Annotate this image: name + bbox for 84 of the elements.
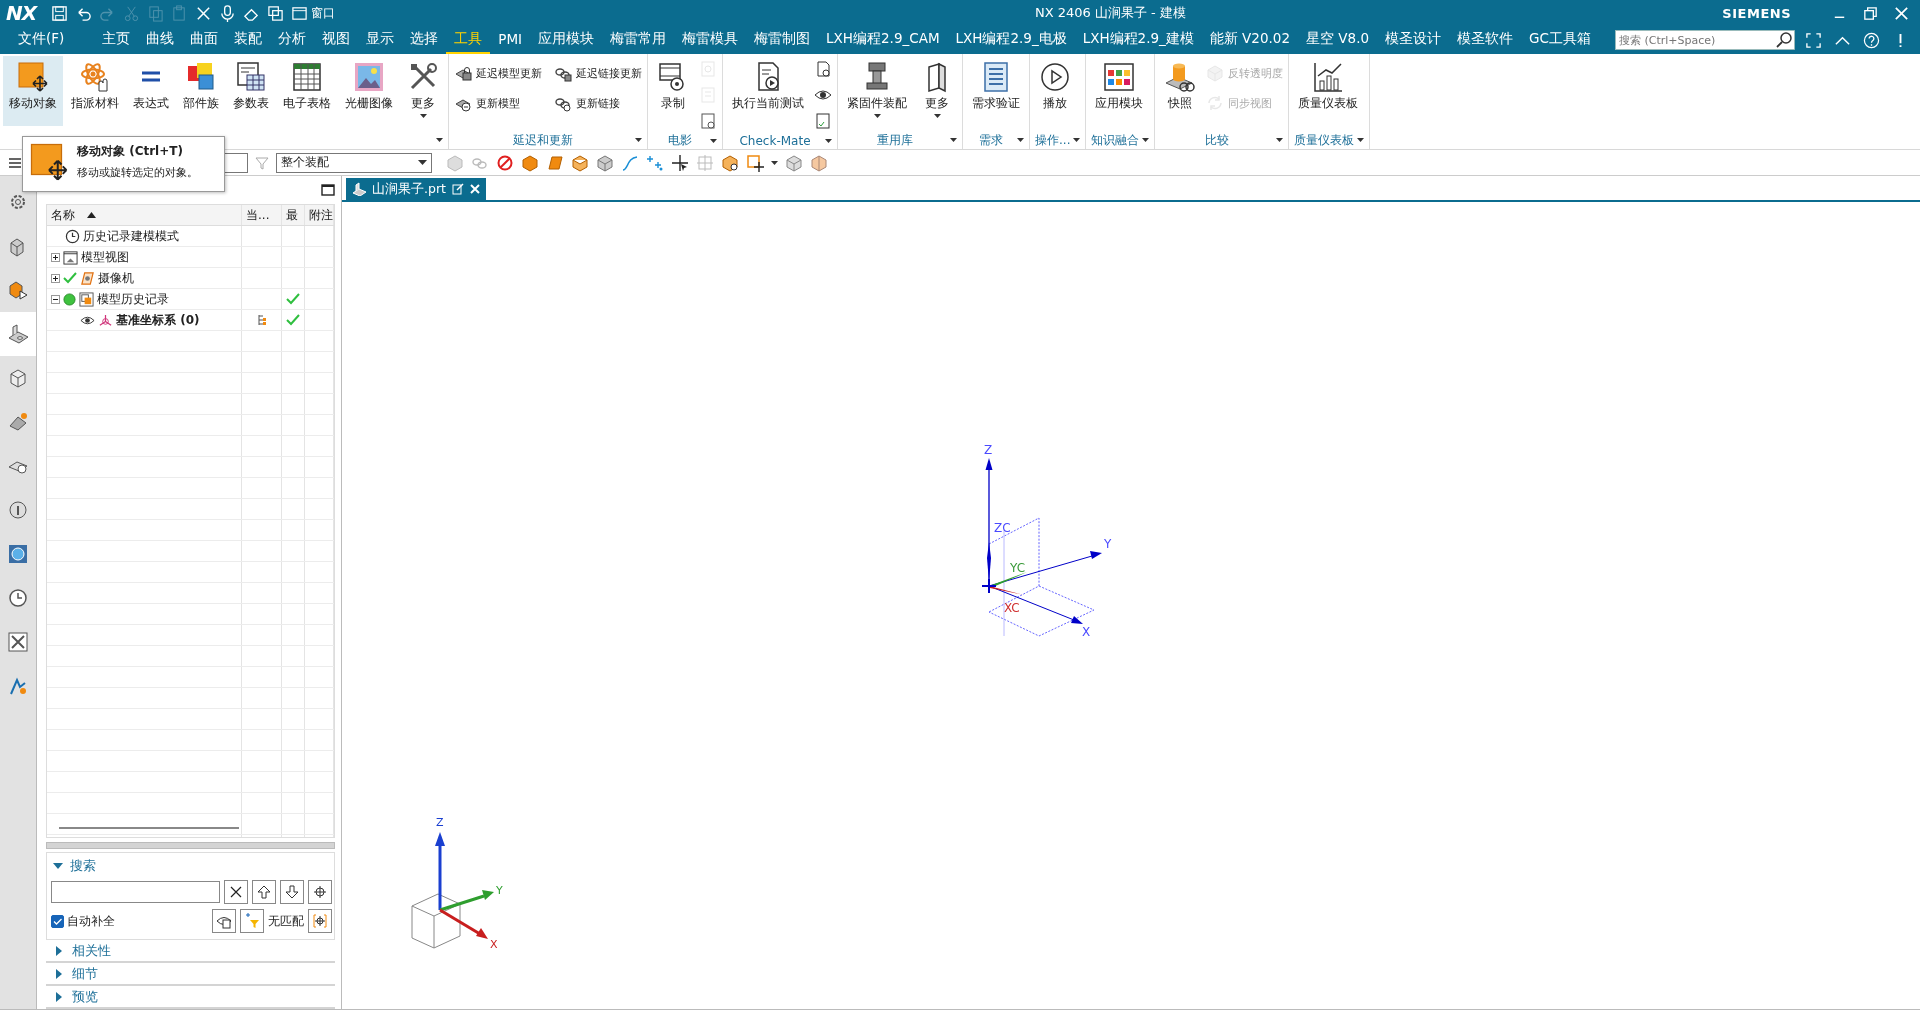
menu-tab[interactable]: 显示 (358, 26, 403, 54)
group-label: Check-Mate (739, 133, 811, 148)
tree-item[interactable]: 模型历史记录 (97, 290, 169, 308)
group-label: 质量仪表板 (1294, 131, 1355, 149)
menu-tab[interactable]: 梅雷常用 (602, 26, 675, 54)
menu-tab[interactable]: LXH编程2.9_CAM (818, 26, 948, 54)
ribbon-button[interactable]: 指派材料 (65, 56, 125, 126)
axis-label: Y (1104, 537, 1112, 551)
window-menu[interactable]: 窗口 (291, 4, 336, 22)
column-header[interactable]: 附注 (305, 205, 334, 225)
section-header[interactable]: 细节 (46, 963, 335, 986)
menu-tab[interactable]: 文件(F) (10, 26, 73, 54)
ribbon-button[interactable]: 质量仪表板 (1292, 56, 1365, 126)
ribbon-button[interactable]: 快照 (1158, 56, 1203, 126)
menu-tab[interactable]: 模圣软件 (1449, 26, 1521, 54)
section-header[interactable]: 搜索 (51, 857, 332, 875)
menu-tab[interactable]: LXH编程2.9_建模 (1074, 26, 1202, 54)
ribbon-button[interactable]: 部件族 (177, 56, 225, 126)
menu-tab[interactable]: 主页 (94, 26, 139, 54)
assembly-dropdown[interactable]: 整个装配 (276, 152, 432, 173)
ribbon-button[interactable]: 更新链接 (552, 92, 644, 114)
axis-label: Y (496, 884, 503, 897)
axis-label: Z (436, 816, 444, 829)
menu-tab[interactable]: PMI (490, 26, 531, 54)
menu-tab[interactable]: 分析 (270, 26, 315, 54)
axis-label: Z (984, 443, 993, 457)
ribbon-button[interactable]: 更多 (401, 56, 445, 126)
ribbon-button[interactable]: 表达式 (127, 56, 175, 126)
menu-tab[interactable]: 梅雷制图 (746, 26, 819, 54)
app-logo: NX (6, 1, 37, 25)
tree-item[interactable]: 模型视图 (81, 248, 129, 266)
axis-label: XC (1004, 601, 1020, 615)
brand-logo: SIEMENS (1722, 5, 1791, 21)
group-label: 操作... (1035, 131, 1071, 149)
menu-tab[interactable]: 应用模块 (530, 26, 603, 54)
menu-tab[interactable]: 装配 (226, 26, 271, 54)
tooltip-title: 移动对象 (Ctrl+T) (77, 143, 184, 160)
group-label: 需求 (979, 131, 1003, 149)
ribbon-button[interactable]: 光栅图像 (339, 56, 399, 126)
ribbon-button[interactable]: 录制 (651, 56, 695, 126)
menu-tab[interactable]: 视图 (314, 26, 359, 54)
group-label: 知识融合 (1091, 131, 1140, 149)
menu-tab[interactable]: 曲面 (182, 26, 227, 54)
ribbon-button[interactable]: 应用模块 (1089, 56, 1150, 126)
ribbon-button[interactable]: 电子表格 (277, 56, 337, 126)
document-tab[interactable]: 山涧果子.prt (346, 178, 486, 200)
menu-tab[interactable]: LXH编程2.9_电极 (947, 26, 1075, 54)
match-status: 无匹配 (268, 912, 304, 930)
menu-tab[interactable]: 曲线 (138, 26, 183, 54)
menu-tab[interactable]: GC工具箱 (1521, 26, 1599, 54)
column-header[interactable]: 当... (242, 205, 282, 225)
axis-label: X (1082, 625, 1091, 639)
axis-label: X (490, 938, 498, 951)
column-header[interactable]: 名称 (47, 205, 242, 225)
ribbon-button[interactable]: 需求验证 (966, 56, 1026, 126)
menu-tab[interactable]: 工具 (446, 26, 491, 54)
group-label: 比较 (1204, 131, 1229, 149)
tree-item[interactable]: 基准坐标系 (0) (116, 311, 200, 329)
menu-tab[interactable]: 选择 (402, 26, 447, 54)
ribbon-button[interactable]: 紧固件装配 (841, 56, 913, 126)
tree-item[interactable]: 历史记录建模模式 (83, 227, 179, 245)
menu-tab[interactable]: 梅雷模具 (674, 26, 747, 54)
tree-item[interactable]: 摄像机 (98, 269, 134, 287)
ribbon-button[interactable]: 延迟链接更新 (552, 62, 644, 84)
menu-tab[interactable]: 模圣设计 (1377, 26, 1449, 54)
ribbon-button[interactable]: 执行当前测试 (726, 56, 810, 126)
ribbon-button[interactable]: 播放 (1033, 56, 1077, 126)
ribbon-button[interactable]: 更新模型 (452, 92, 544, 114)
checkbox-label: 自动补全 (67, 912, 115, 930)
ribbon-button[interactable]: 更多 (915, 56, 959, 126)
window-title: NX 2406 山涧果子 - 建模 (1035, 4, 1186, 22)
axis-label: ZC (994, 521, 1011, 535)
ribbon-button[interactable]: 移动对象 (3, 56, 63, 126)
group-label: 延迟和更新 (513, 131, 573, 149)
menu-tab[interactable]: 能新 V20.02 (1201, 26, 1298, 54)
column-header[interactable]: 最 (282, 205, 305, 225)
ribbon-button[interactable]: 延迟模型更新 (452, 62, 544, 84)
section-header[interactable]: 相关性 (46, 940, 335, 963)
group-label: 重用库 (877, 131, 913, 149)
tooltip-text: 移动或旋转选定的对象。 (77, 165, 198, 180)
menu-tab[interactable]: 星空 V8.0 (1298, 26, 1377, 54)
group-label: 电影 (668, 132, 692, 149)
ribbon-button[interactable]: 参数表 (227, 56, 275, 126)
axis-label: YC (1010, 561, 1026, 575)
